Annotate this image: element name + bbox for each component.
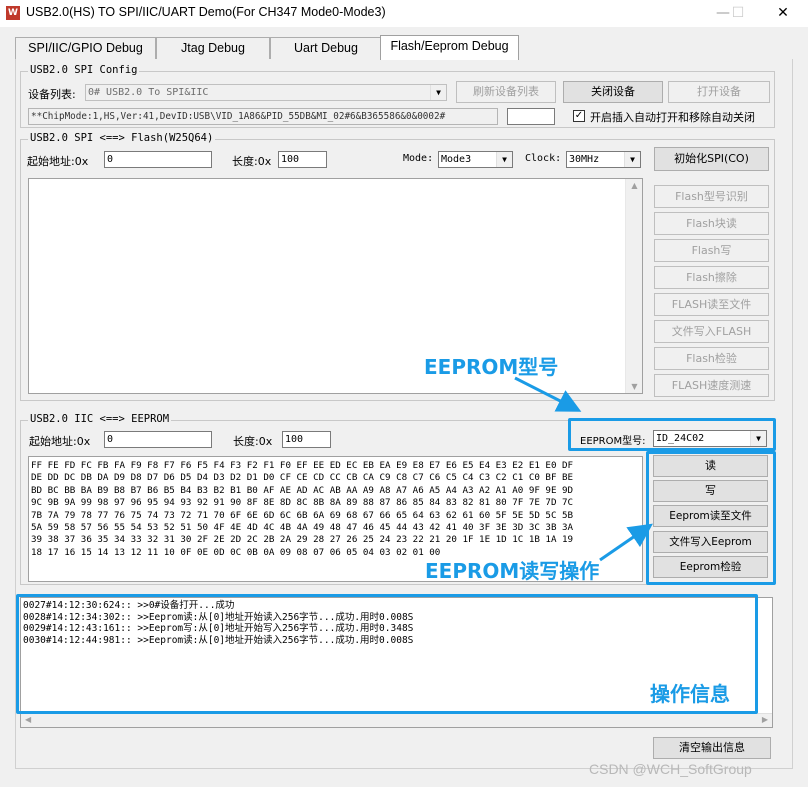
eeprom-model-highlight <box>568 418 776 451</box>
tab-jtag[interactable]: Jtag Debug <box>156 37 270 59</box>
auto-open-label: 开启插入自动打开和移除自动关闭 <box>590 111 755 124</box>
annotation-eeprom-rw: EEPROM读写操作 <box>425 559 600 583</box>
mode-label: Mode: <box>403 153 434 164</box>
mode-select-value: Mode3 <box>441 154 472 165</box>
eeprom-length-label: 长度:0x <box>233 435 273 448</box>
clock-select[interactable]: 30MHz ▼ <box>566 151 641 168</box>
spi-flash-group-label: USB2.0 SPI <==> Flash(W25Q64) <box>28 132 216 144</box>
scroll-right-icon[interactable]: ▶ <box>762 715 768 724</box>
hex-line: BD BC BB BA B9 B8 B7 B6 B5 B4 B3 B2 B1 B… <box>31 484 574 496</box>
chip-info-field: **ChipMode:1,HS,Ver:41,DevID:USB\VID_1A8… <box>28 108 498 125</box>
flash-speed-test-button[interactable]: FLASH速度测速 <box>654 374 769 397</box>
hex-line: 7B 7A 79 78 77 76 75 74 73 72 71 70 6F 6… <box>31 509 574 521</box>
operation-info-highlight <box>16 594 758 714</box>
close-button[interactable]: ✕ <box>760 0 806 27</box>
open-device-button[interactable]: 打开设备 <box>668 81 770 103</box>
watermark: CSDN @WCH_SoftGroup <box>589 761 752 777</box>
spi-config-group-label: USB2.0 SPI Config <box>28 64 140 76</box>
flash-erase-button[interactable]: Flash擦除 <box>654 266 769 289</box>
flash-start-addr-label: 起始地址:0x <box>27 155 89 168</box>
init-spi-button[interactable]: 初始化SPI(CO) <box>654 147 769 171</box>
window-title: USB2.0(HS) TO SPI/IIC/UART Demo(For CH34… <box>26 5 386 19</box>
hex-line: 9C 9B 9A 99 98 97 96 95 94 93 92 91 90 8… <box>31 497 574 509</box>
eeprom-start-addr-input[interactable]: 0 <box>104 431 212 448</box>
eeprom-length-input[interactable]: 100 <box>282 431 331 448</box>
flash-verify-button[interactable]: Flash检验 <box>654 347 769 370</box>
flash-write-button[interactable]: Flash写 <box>654 239 769 262</box>
eeprom-rw-highlight <box>646 451 776 585</box>
flash-data-scrollbar[interactable]: ▲ ▼ <box>625 179 642 393</box>
eeprom-start-addr-label: 起始地址:0x <box>29 435 91 448</box>
chevron-down-icon: ▼ <box>430 85 446 100</box>
tab-uart[interactable]: Uart Debug <box>270 37 382 59</box>
device-select-value: 0# USB2.0 To SPI&IIC <box>88 87 209 98</box>
flash-length-label: 长度:0x <box>232 155 272 168</box>
flash-length-input[interactable]: 100 <box>278 151 327 168</box>
hex-line: 5A 59 58 57 56 55 54 53 52 51 50 4F 4E 4… <box>31 522 574 534</box>
hex-line: 39 38 37 36 35 34 33 32 31 30 2F 2E 2D 2… <box>31 534 574 546</box>
extra-field[interactable] <box>507 108 555 125</box>
tab-spi-iic-gpio[interactable]: SPI/IIC/GPIO Debug <box>15 37 156 59</box>
flash-block-read-button[interactable]: Flash块读 <box>654 212 769 235</box>
maximize-button[interactable]: ☐ <box>715 0 761 27</box>
clear-output-button[interactable]: 清空输出信息 <box>653 737 771 759</box>
device-select[interactable]: 0# USB2.0 To SPI&IIC ▼ <box>85 84 447 101</box>
clock-select-value: 30MHz <box>569 154 600 165</box>
clock-label: Clock: <box>525 153 562 164</box>
mode-select[interactable]: Mode3 ▼ <box>438 151 513 168</box>
iic-eeprom-group-label: USB2.0 IIC <==> EEPROM <box>28 413 172 425</box>
annotation-eeprom-model: EEPROM型号 <box>424 355 559 379</box>
auto-open-checkbox[interactable]: ✓ <box>573 110 585 122</box>
file-write-flash-button[interactable]: 文件写入FLASH <box>654 320 769 343</box>
hex-line: FF FE FD FC FB FA F9 F8 F7 F6 F5 F4 F3 F… <box>31 460 574 471</box>
scroll-down-icon[interactable]: ▼ <box>626 382 642 391</box>
chevron-down-icon: ▼ <box>496 152 512 167</box>
chevron-down-icon: ▼ <box>624 152 640 167</box>
refresh-device-list-button[interactable]: 刷新设备列表 <box>456 81 556 103</box>
device-list-label: 设备列表: <box>28 88 76 101</box>
flash-start-addr-input[interactable]: 0 <box>104 151 212 168</box>
scroll-left-icon[interactable]: ◀ <box>25 715 31 724</box>
scroll-up-icon[interactable]: ▲ <box>626 181 642 190</box>
annotation-operation-info: 操作信息 <box>650 682 730 706</box>
app-icon: W <box>6 6 20 20</box>
flash-identify-button[interactable]: Flash型号识别 <box>654 185 769 208</box>
close-device-button[interactable]: 关闭设备 <box>563 81 663 103</box>
log-hscrollbar[interactable]: ◀ ▶ <box>21 713 772 727</box>
hex-line: DE DD DC DB DA D9 D8 D7 D6 D5 D4 D3 D2 D… <box>31 472 574 484</box>
flash-read-to-file-button[interactable]: FLASH读至文件 <box>654 293 769 316</box>
tab-flash-eeprom[interactable]: Flash/Eeprom Debug <box>380 35 519 60</box>
